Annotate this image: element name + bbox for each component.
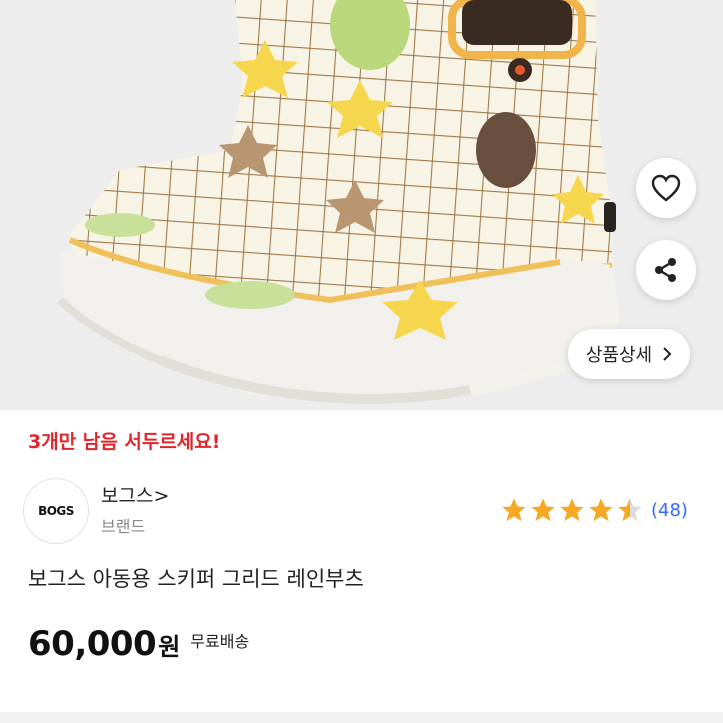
- wishlist-button[interactable]: [636, 158, 696, 218]
- product-title: 보그스 아동용 스키퍼 그리드 레인부츠: [28, 567, 364, 591]
- product-detail-label: 상품상세: [585, 345, 653, 366]
- section-divider: [0, 712, 723, 723]
- chevron-right-icon: [663, 347, 672, 361]
- rating[interactable]: (48): [500, 496, 688, 524]
- stock-notice: 3개만 남음 서두르세요!: [28, 431, 221, 453]
- star-full-icon: [589, 498, 613, 522]
- price-block: 60,000 원 무료배송: [28, 624, 249, 664]
- brand-logo-text: BOGS: [38, 504, 74, 518]
- share-button[interactable]: [636, 240, 696, 300]
- brand-label: 브랜드: [101, 517, 146, 536]
- star-full-icon: [560, 498, 584, 522]
- shipping-label: 무료배송: [190, 632, 250, 651]
- share-icon: [655, 258, 676, 282]
- price-unit: 원: [158, 633, 181, 661]
- star-full-icon: [502, 498, 526, 522]
- heart-icon: [651, 174, 681, 202]
- star-full-icon: [531, 498, 555, 522]
- brand-name-link[interactable]: 보그스>: [101, 481, 169, 508]
- product-detail-button[interactable]: 상품상세: [568, 329, 690, 379]
- star-half-icon: [618, 498, 642, 522]
- price-amount: 60,000: [28, 624, 157, 664]
- review-count[interactable]: (48): [651, 500, 688, 521]
- brand-logo[interactable]: BOGS: [23, 478, 89, 544]
